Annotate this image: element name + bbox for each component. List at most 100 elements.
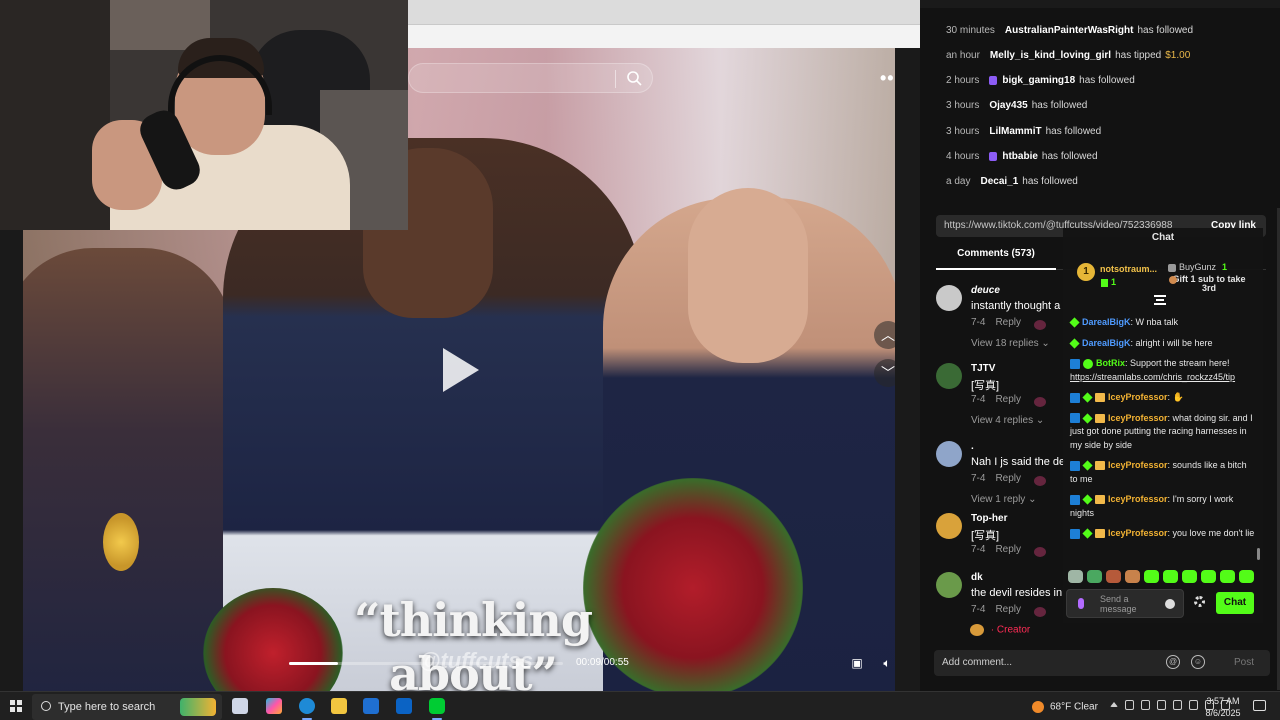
taskbar-search[interactable]: Type here to search — [32, 694, 222, 720]
emote-icon[interactable] — [1163, 570, 1178, 583]
gear-icon[interactable] — [1194, 596, 1205, 607]
reply-button[interactable]: Reply — [995, 544, 1021, 555]
comment-date: 7-4 — [971, 473, 986, 484]
comment-author[interactable]: deuce — [971, 285, 1000, 296]
copilot-icon[interactable] — [266, 698, 282, 714]
activity-action: has followed — [1031, 100, 1088, 112]
activity-user[interactable]: AustralianPainterWasRight — [1005, 25, 1134, 36]
address-bar-strip[interactable] — [408, 24, 920, 48]
emote-icon[interactable] — [1201, 570, 1216, 583]
reply-button[interactable]: Reply — [995, 317, 1021, 328]
comment-meta: 7-4 Reply — [971, 604, 1031, 615]
emote-icon[interactable] — [1239, 570, 1254, 583]
video-progress-fill — [289, 662, 339, 665]
avatar[interactable] — [936, 572, 962, 598]
weather-widget[interactable]: 68°F Clear — [1032, 701, 1098, 713]
volume-icon[interactable]: 🔈︎ — [878, 655, 895, 671]
avatar[interactable] — [936, 363, 962, 389]
play-icon[interactable] — [443, 348, 479, 392]
chat-username[interactable]: IceyProfessor — [1108, 413, 1168, 423]
emote-icon[interactable] — [1068, 570, 1083, 583]
post-button[interactable]: Post — [1234, 657, 1254, 668]
microphone-icon[interactable] — [1173, 700, 1182, 710]
avatar[interactable] — [936, 285, 962, 311]
chat-username[interactable]: IceyProfessor — [1108, 460, 1168, 470]
comment-author[interactable]: TJTV — [971, 363, 995, 374]
like-icon[interactable] — [1034, 320, 1046, 330]
avatar[interactable] — [936, 441, 962, 467]
pip-icon[interactable]: ▣ — [848, 655, 866, 671]
tray-app-icon[interactable] — [1157, 700, 1166, 710]
view-replies-button[interactable]: View 18 replies ⌄ — [971, 338, 1050, 349]
tray-app-icon[interactable] — [1141, 700, 1150, 710]
activity-user[interactable]: LilMammiT — [989, 126, 1041, 137]
store-icon[interactable] — [363, 698, 379, 714]
reply-button[interactable]: Reply — [995, 394, 1021, 405]
emote-icon[interactable] — [1087, 570, 1102, 583]
tray-app-icon[interactable] — [1125, 700, 1134, 710]
emoji-icon[interactable] — [1165, 599, 1175, 609]
search-icon[interactable] — [626, 70, 642, 86]
view-replies-button[interactable]: View 4 replies ⌄ — [971, 415, 1044, 426]
leader-name: notsotraum... — [1100, 264, 1158, 274]
emote-icon[interactable] — [1182, 570, 1197, 583]
comment-author[interactable]: dk — [971, 572, 983, 583]
like-icon[interactable] — [1034, 547, 1046, 557]
moderator-badge-icon — [1070, 358, 1080, 369]
emote-icon[interactable] — [1106, 570, 1121, 583]
avatar[interactable] — [936, 513, 962, 539]
activity-row: 2 hours bigk_gaming18 has followed — [946, 71, 1135, 91]
video-progress-bar[interactable] — [289, 662, 563, 665]
task-view-icon[interactable] — [232, 698, 248, 714]
chat-scrollbar[interactable] — [1257, 548, 1260, 560]
chat-username[interactable]: IceyProfessor — [1108, 494, 1168, 504]
system-clock[interactable]: 3:57 AM 8/6/2025 — [1203, 695, 1243, 719]
chat-message-input[interactable]: Send a message — [1066, 589, 1184, 618]
activity-user[interactable]: Decai_1 — [980, 176, 1018, 187]
mention-icon[interactable]: @ — [1166, 655, 1180, 669]
reply-button[interactable]: Reply — [995, 473, 1021, 484]
chevron-up-icon[interactable] — [1110, 702, 1118, 707]
notification-icon[interactable] — [1253, 700, 1266, 711]
chat-username[interactable]: BotRix — [1096, 358, 1125, 368]
emoji-icon[interactable]: ☺ — [1191, 655, 1205, 669]
display-icon[interactable] — [1189, 700, 1198, 710]
activity-user[interactable]: Ojay435 — [989, 100, 1027, 111]
like-icon[interactable] — [1034, 397, 1046, 407]
outlook-icon[interactable] — [396, 698, 412, 714]
next-video-chevron-down-icon[interactable]: ﹀ — [874, 359, 895, 387]
chat-message: IceyProfessor: what doing sir. and I jus… — [1070, 412, 1255, 453]
comment-date: 7-4 — [971, 604, 986, 615]
chat-username[interactable]: DarealBigK — [1082, 317, 1131, 327]
chat-username[interactable]: IceyProfessor — [1108, 392, 1168, 402]
emote-icon[interactable] — [1220, 570, 1235, 583]
voice-icon[interactable] — [1078, 598, 1084, 609]
chat-link[interactable]: https://streamlabs.com/chris_rockzz45/ti… — [1070, 372, 1235, 382]
chat-username[interactable]: IceyProfessor — [1108, 528, 1168, 538]
more-options-icon[interactable]: ••• — [880, 68, 895, 89]
like-icon[interactable] — [1034, 476, 1046, 486]
kick-app-icon[interactable] — [429, 698, 445, 720]
activity-user[interactable]: htbabie — [1002, 151, 1038, 162]
view-replies-button[interactable]: View 1 reply ⌄ — [971, 494, 1036, 505]
video-search-bar[interactable] — [408, 63, 653, 93]
gift-promo[interactable]: Gift 1 sub to take 3rd — [1169, 275, 1249, 293]
activity-user[interactable]: Melly_is_kind_loving_girl — [990, 50, 1111, 61]
tab-comments[interactable]: Comments (573) — [936, 248, 1056, 270]
chat-username[interactable]: DarealBigK — [1082, 338, 1131, 348]
comment-author[interactable]: Top-her — [971, 513, 1007, 524]
emote-icon[interactable] — [1144, 570, 1159, 583]
send-chat-button[interactable]: Chat — [1216, 592, 1254, 614]
comment-author[interactable]: . — [971, 441, 974, 452]
reply-button[interactable]: Reply — [995, 604, 1021, 615]
like-icon[interactable] — [1034, 607, 1046, 617]
add-comment-field[interactable]: Add comment... @ ☺ Post — [934, 650, 1270, 676]
pinned-toggle-icon[interactable] — [1154, 295, 1166, 305]
edge-icon[interactable] — [299, 698, 315, 720]
file-explorer-icon[interactable] — [331, 698, 347, 714]
previous-video-chevron-up-icon[interactable]: ︿ — [874, 321, 895, 349]
activity-time: an hour — [946, 49, 980, 61]
windows-start-icon[interactable] — [10, 700, 22, 712]
activity-user[interactable]: bigk_gaming18 — [1002, 75, 1075, 86]
emote-icon[interactable] — [1125, 570, 1140, 583]
